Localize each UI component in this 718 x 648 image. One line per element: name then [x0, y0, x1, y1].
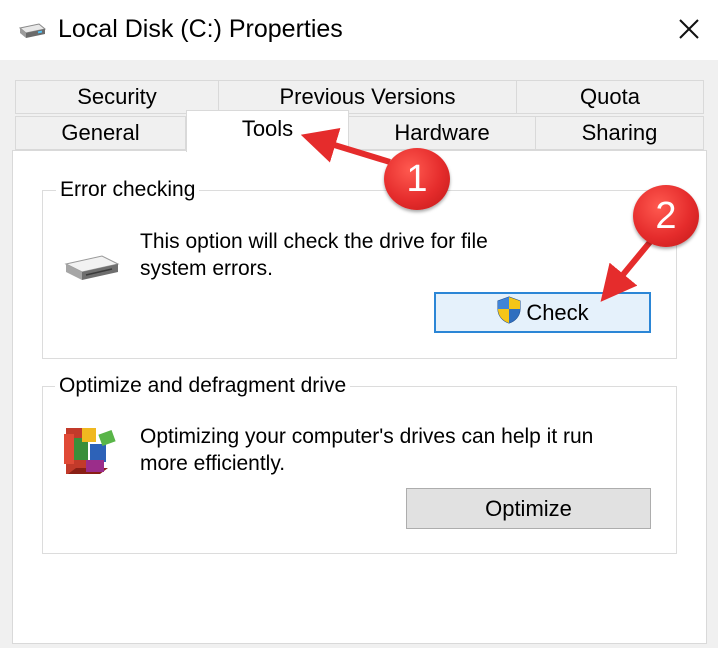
annotation-arrows — [300, 128, 653, 302]
arrow-to-check-button — [600, 240, 653, 302]
arrow-to-tools-tab — [300, 128, 391, 165]
annotation-badge-1: 1 — [384, 148, 450, 210]
annotation-badge-2: 2 — [633, 185, 699, 247]
